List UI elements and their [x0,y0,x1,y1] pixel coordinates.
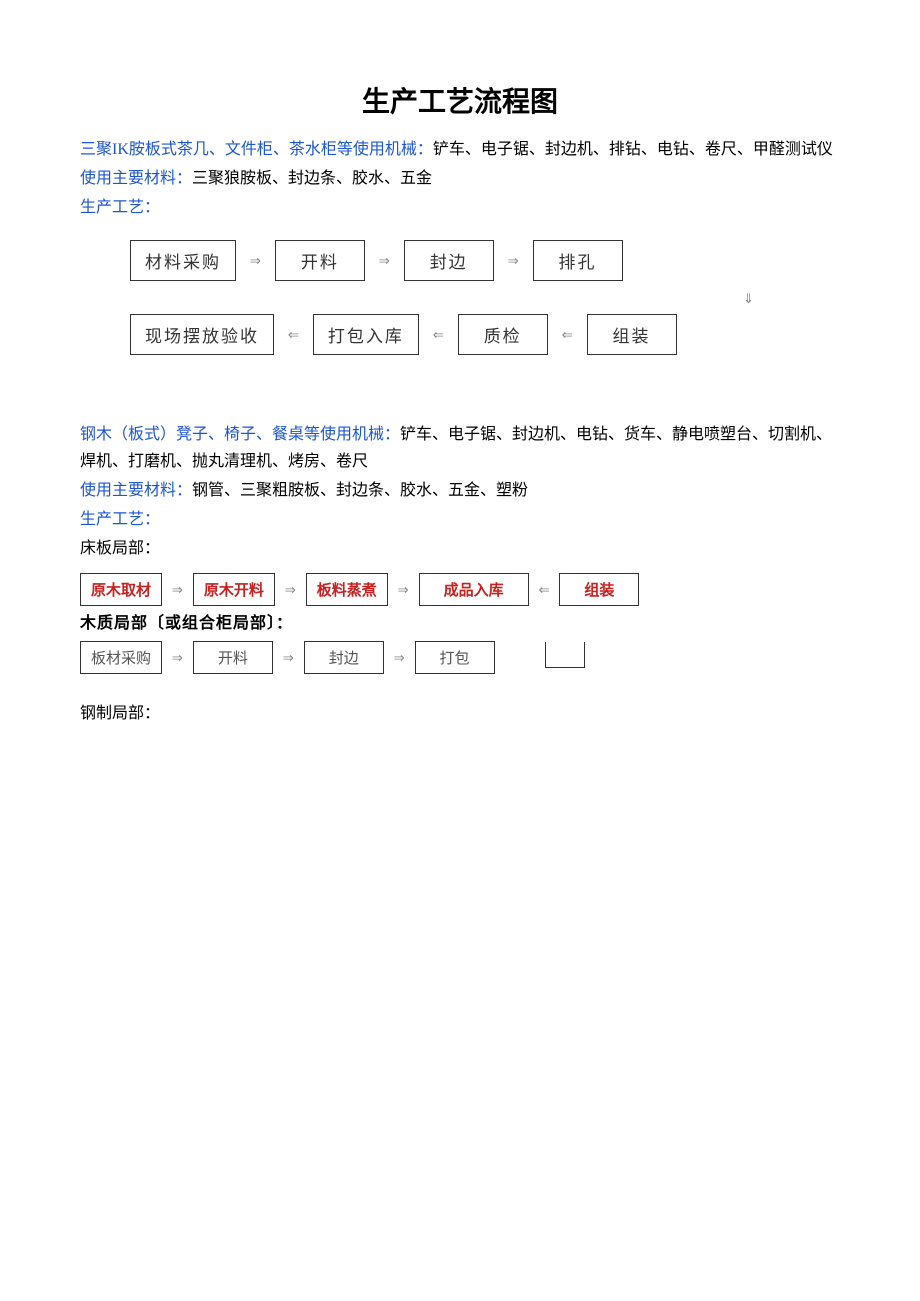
s2-sub1: 床板局部： [80,535,840,562]
flow-box: 材料采购 [130,240,236,281]
flow-box: 封边 [404,240,494,281]
arrow-right-icon [172,579,183,600]
flow-box: 开料 [275,240,365,281]
s1-process: 生产工艺： [80,194,840,221]
s2-machinery-label: 钢木（板式）凳子、椅子、餐桌等使用机械： [80,426,400,443]
arrow-right-icon [394,647,405,668]
arrow-left-icon [433,324,444,345]
arrow-right-icon [250,250,261,271]
flow-box: 原木开料 [193,573,275,606]
s2-process: 生产工艺： [80,506,840,533]
arrow-left-icon [288,324,299,345]
flow-box: 成品入库 [419,573,529,606]
s2-sub3: 钢制局部： [80,700,840,727]
arrow-down-icon [743,287,754,308]
flow-box: 现场摆放验收 [130,314,274,355]
s1-materials: 使用主要材料：三聚狼胺板、封边条、胶水、五金 [80,165,840,192]
s1-process-label: 生产工艺： [80,199,160,216]
s1-machinery-text: 铲车、电子锯、封边机、排钻、电钻、卷尺、甲醛测试仪 [433,141,833,158]
arrow-right-icon [379,250,390,271]
s2-machinery: 钢木（板式）凳子、椅子、餐桌等使用机械：铲车、电子锯、封边机、电钻、货车、静电喷… [80,421,840,475]
flow-box: 打包入库 [313,314,419,355]
flow-box: 板材采购 [80,641,162,674]
s2-materials: 使用主要材料：钢管、三聚粗胺板、封边条、胶水、五金、塑粉 [80,477,840,504]
flow-box: 组装 [559,573,639,606]
flow-box: 板料蒸煮 [306,573,388,606]
arrow-right-icon [283,647,294,668]
flow-diagram-2: 原木取材 原木开料 板料蒸煮 成品入库 组装 木质局部〔或组合柜局部〕： 板材采… [80,565,840,688]
flow-box: 打包 [415,641,495,674]
flow-box: 封边 [304,641,384,674]
arrow-right-icon [508,250,519,271]
flow-box: 开料 [193,641,273,674]
flow-box: 质检 [458,314,548,355]
s2-process-label: 生产工艺： [80,511,160,528]
arrow-right-icon [172,647,183,668]
flow-box: 原木取材 [80,573,162,606]
page-title: 生产工艺流程图 [80,80,840,120]
s2-sub2: 木质局部〔或组合柜局部〕： [80,610,840,637]
s1-machinery: 三聚IK胺板式茶几、文件柜、茶水柜等使用机械：铲车、电子锯、封边机、排钻、电钻、… [80,136,840,163]
s2-materials-text: 钢管、三聚粗胺板、封边条、胶水、五金、塑粉 [192,482,528,499]
s1-materials-text: 三聚狼胺板、封边条、胶水、五金 [192,170,432,187]
flow-box: 排孔 [533,240,623,281]
s1-machinery-label: 三聚IK胺板式茶几、文件柜、茶水柜等使用机械： [80,141,433,158]
flow-box: 组装 [587,314,677,355]
arrow-left-icon [539,579,550,600]
flow-diagram-1: 材料采购 开料 封边 排孔 现场摆放验收 打包入库 质检 组装 [80,224,840,381]
connector-stub [545,642,585,668]
s1-materials-label: 使用主要材料： [80,170,192,187]
arrow-right-icon [285,579,296,600]
arrow-left-icon [562,324,573,345]
s2-materials-label: 使用主要材料： [80,482,192,499]
arrow-right-icon [398,579,409,600]
